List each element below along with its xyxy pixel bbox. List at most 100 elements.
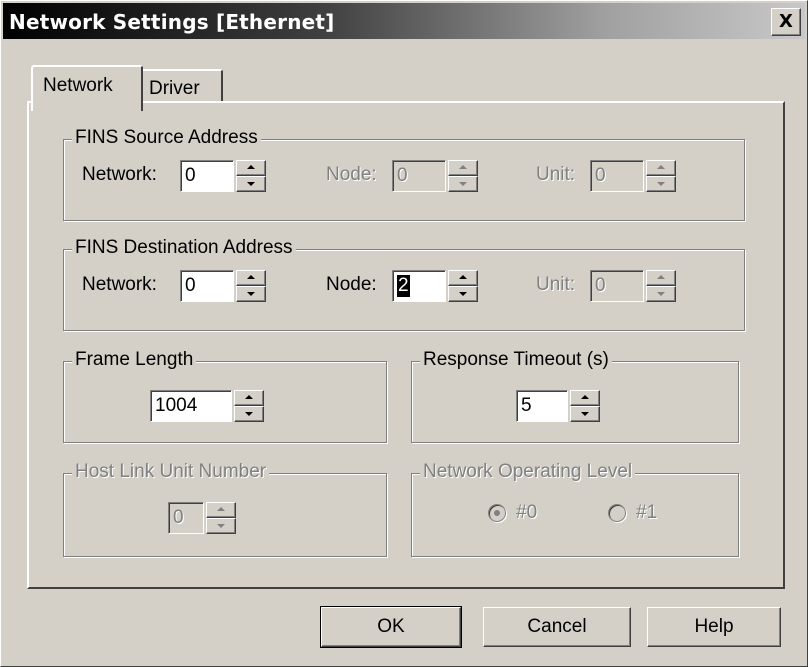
help-button-label: Help [694,616,734,637]
tab-network[interactable]: Network [31,65,143,111]
source-node-value: 0 [397,165,408,186]
fins-destination-title: FINS Destination Address [72,237,296,259]
fins-source-title: FINS Source Address [72,127,261,149]
radio-level-1 [608,504,626,522]
arrow-down-icon [217,524,225,528]
fins-source-group: FINS Source Address Network: 0 Node: 0 U… [63,127,745,221]
response-timeout-title: Response Timeout (s) [420,349,612,371]
arrow-up-icon [581,395,589,399]
destination-node-label: Node: [326,274,377,295]
cancel-button-label: Cancel [527,616,587,637]
arrow-up-icon [247,165,255,169]
spin-up-button[interactable] [234,390,264,406]
ok-button-label: OK [377,616,405,637]
spin-down-button[interactable] [448,286,478,302]
radio-level-0-label: #0 [516,502,538,523]
spin-up-button [646,160,676,176]
tab-driver-label: Driver [149,78,200,99]
response-timeout-spinner[interactable] [570,390,600,422]
source-network-label: Network: [82,164,157,185]
spin-down-button[interactable] [236,176,266,192]
arrow-down-icon [459,292,467,296]
spin-down-button [448,176,478,192]
destination-node-spinner[interactable] [448,270,478,302]
destination-network-field[interactable]: 0 [180,270,234,302]
arrow-down-icon [247,292,255,296]
spin-up-button[interactable] [236,270,266,286]
frame-length-group: Frame Length 1004 [63,349,387,443]
response-timeout-group: Response Timeout (s) 5 [411,349,739,443]
spin-up-button [646,270,676,286]
close-icon: X [779,11,793,32]
host-link-spinner [206,502,236,534]
radio-selected-dot [494,510,500,516]
ok-button[interactable]: OK [320,606,462,648]
destination-unit-spinner [646,270,676,302]
source-node-label: Node: [326,164,377,185]
spin-up-button[interactable] [570,390,600,406]
arrow-up-icon [657,275,665,279]
spin-up-button [448,160,478,176]
destination-unit-label: Unit: [536,274,576,295]
arrow-up-icon [459,275,467,279]
tab-network-label: Network [43,75,113,96]
spin-down-button[interactable] [570,406,600,422]
help-button[interactable]: Help [647,607,781,647]
host-link-title: Host Link Unit Number [72,461,270,483]
spin-up-button[interactable] [236,160,266,176]
fins-destination-group: FINS Destination Address Network: 0 Node… [63,237,745,331]
spin-down-button [646,176,676,192]
source-unit-field: 0 [590,160,644,192]
arrow-up-icon [245,395,253,399]
source-network-field[interactable]: 0 [180,160,234,192]
response-timeout-field[interactable]: 5 [516,390,568,422]
tab-driver[interactable]: Driver [139,69,223,105]
network-level-group: Network Operating Level #0 #1 [411,461,739,557]
arrow-down-icon [459,182,467,186]
arrow-up-icon [247,275,255,279]
frame-length-title: Frame Length [72,349,197,371]
source-network-value: 0 [185,165,196,186]
destination-unit-field: 0 [590,270,644,302]
arrow-up-icon [657,165,665,169]
network-settings-dialog: Network Settings [Ethernet] X Network Dr… [0,0,808,667]
destination-network-label: Network: [82,274,157,295]
source-node-spinner [448,160,478,192]
arrow-down-icon [657,292,665,296]
cancel-button[interactable]: Cancel [483,607,631,647]
source-node-field: 0 [392,160,446,192]
destination-node-value: 2 [397,275,410,297]
arrow-down-icon [581,412,589,416]
destination-network-spinner[interactable] [236,270,266,302]
arrow-down-icon [657,182,665,186]
host-link-value: 0 [173,507,184,528]
spin-down-button [206,518,236,534]
title-bar[interactable]: Network Settings [Ethernet] X [3,3,805,39]
spin-down-button[interactable] [236,286,266,302]
close-button[interactable]: X [771,8,801,36]
network-level-title: Network Operating Level [420,461,636,483]
frame-length-value: 1004 [155,395,198,416]
spin-up-button[interactable] [448,270,478,286]
spin-down-button[interactable] [234,406,264,422]
network-tab-panel: FINS Source Address Network: 0 Node: 0 U… [27,101,785,589]
radio-level-0 [488,504,506,522]
arrow-down-icon [245,412,253,416]
destination-unit-value: 0 [595,275,606,296]
arrow-up-icon [459,165,467,169]
host-link-group: Host Link Unit Number 0 [63,461,387,557]
spin-down-button [646,286,676,302]
source-network-spinner[interactable] [236,160,266,192]
destination-node-field[interactable]: 2 [392,270,446,302]
frame-length-field[interactable]: 1004 [150,390,232,422]
source-unit-label: Unit: [536,164,576,185]
frame-length-spinner[interactable] [234,390,264,422]
response-timeout-value: 5 [521,395,532,416]
source-unit-value: 0 [595,165,606,186]
radio-level-1-label: #1 [636,502,658,523]
window-title: Network Settings [Ethernet] [9,10,335,34]
spin-up-button [206,502,236,518]
arrow-up-icon [217,507,225,511]
source-unit-spinner [646,160,676,192]
destination-network-value: 0 [185,275,196,296]
